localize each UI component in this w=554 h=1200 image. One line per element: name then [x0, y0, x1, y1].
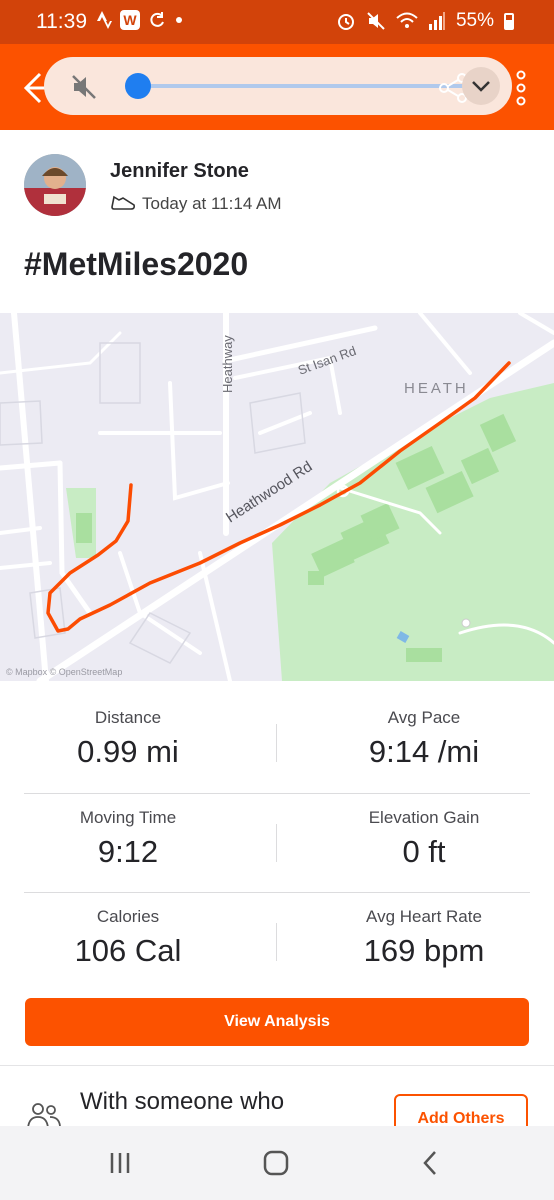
- chevron-down-icon: [472, 81, 490, 92]
- stat-label: Moving Time: [79, 808, 177, 827]
- view-analysis-button[interactable]: View Analysis: [25, 998, 529, 1046]
- stat-calories: Calories 106 Cal: [28, 907, 228, 969]
- home-icon: [263, 1150, 289, 1176]
- stat-label: Avg Heart Rate: [366, 907, 482, 926]
- back-button[interactable]: [410, 1146, 450, 1180]
- map-label-heathway: Heathway: [220, 335, 235, 393]
- stat-row: Distance 0.99 mi Avg Pace 9:14 /mi: [24, 694, 530, 793]
- wifi-icon: [396, 12, 418, 28]
- activity-stats: Distance 0.99 mi Avg Pace 9:14 /mi Movin…: [24, 694, 530, 991]
- route-map[interactable]: Heathway St Isan Rd HEATH Heathwood Rd ©…: [0, 313, 554, 681]
- status-time: 11:39: [36, 10, 87, 33]
- avatar[interactable]: [24, 154, 86, 216]
- park-area: [272, 383, 554, 681]
- sync-icon: [150, 12, 164, 27]
- activity-timestamp: Today at 11:14 AM: [142, 194, 282, 213]
- stat-avg-pace: Avg Pace 9:14 /mi: [324, 708, 524, 770]
- stat-moving-time: Moving Time 9:12: [28, 808, 228, 870]
- more-options-icon[interactable]: [514, 70, 528, 106]
- map-label-st-isan-rd: St Isan Rd: [296, 343, 358, 378]
- mute-status-icon: [367, 12, 385, 30]
- stat-elevation-gain: Elevation Gain 0 ft: [324, 808, 524, 870]
- system-nav-bar: [0, 1126, 554, 1200]
- battery-percent: 55%: [455, 10, 494, 31]
- stat-label: Calories: [96, 907, 160, 926]
- recent-apps-button[interactable]: [100, 1146, 140, 1180]
- stat-avg-heart-rate: Avg Heart Rate 169 bpm: [324, 907, 524, 969]
- shoe-icon: [111, 195, 135, 210]
- battery-icon: [504, 12, 514, 30]
- status-bar: 11:39 W 55%: [0, 0, 554, 44]
- volume-mute-icon[interactable]: [70, 73, 98, 101]
- stat-separator: [276, 923, 277, 961]
- stat-label: Elevation Gain: [368, 808, 480, 827]
- recent-apps-icon: [110, 1153, 130, 1173]
- strava-notification-icon: [97, 11, 112, 29]
- stat-value: 106 Cal: [74, 933, 182, 968]
- stat-value: 9:14 /mi: [368, 734, 480, 769]
- app-header: [0, 44, 554, 130]
- stat-label: Avg Pace: [387, 708, 461, 727]
- stat-value: 169 bpm: [363, 933, 485, 968]
- volume-slider-knob[interactable]: [125, 73, 152, 99]
- home-button[interactable]: [256, 1146, 296, 1180]
- signal-icon: [428, 12, 445, 30]
- stat-value: 9:12: [97, 834, 159, 869]
- map-canvas: Heathway St Isan Rd HEATH Heathwood Rd: [0, 313, 554, 681]
- map-poi: [461, 618, 471, 628]
- stat-separator: [276, 824, 277, 862]
- section-divider: [0, 1065, 554, 1066]
- athlete-name[interactable]: Jennifer Stone: [110, 160, 249, 183]
- app-badge-icon: W: [120, 10, 140, 30]
- media-volume-panel: [44, 57, 512, 115]
- alarm-icon: [337, 14, 354, 30]
- with-someone-text: With someone who: [80, 1088, 285, 1115]
- volume-slider[interactable]: [128, 84, 474, 88]
- avatar-photo: [24, 154, 86, 216]
- activity-header: Jennifer Stone Today at 11:14 AM #MetMil…: [0, 130, 554, 310]
- dot-icon: [176, 17, 182, 23]
- stat-distance: Distance 0.99 mi: [28, 708, 228, 770]
- stat-value: 0 ft: [402, 834, 446, 869]
- stat-row: Moving Time 9:12 Elevation Gain 0 ft: [24, 793, 530, 892]
- map-attribution[interactable]: © Mapbox © OpenStreetMap: [6, 667, 122, 677]
- stat-separator: [276, 724, 277, 762]
- stat-label: Distance: [94, 708, 162, 727]
- expand-volume-button[interactable]: [462, 67, 500, 105]
- stat-value: 0.99 mi: [77, 734, 179, 769]
- back-chevron-icon: [423, 1151, 436, 1175]
- activity-title: #MetMiles2020: [24, 246, 249, 282]
- map-label-heath: HEATH: [404, 380, 469, 397]
- stat-row: Calories 106 Cal Avg Heart Rate 169 bpm: [24, 892, 530, 991]
